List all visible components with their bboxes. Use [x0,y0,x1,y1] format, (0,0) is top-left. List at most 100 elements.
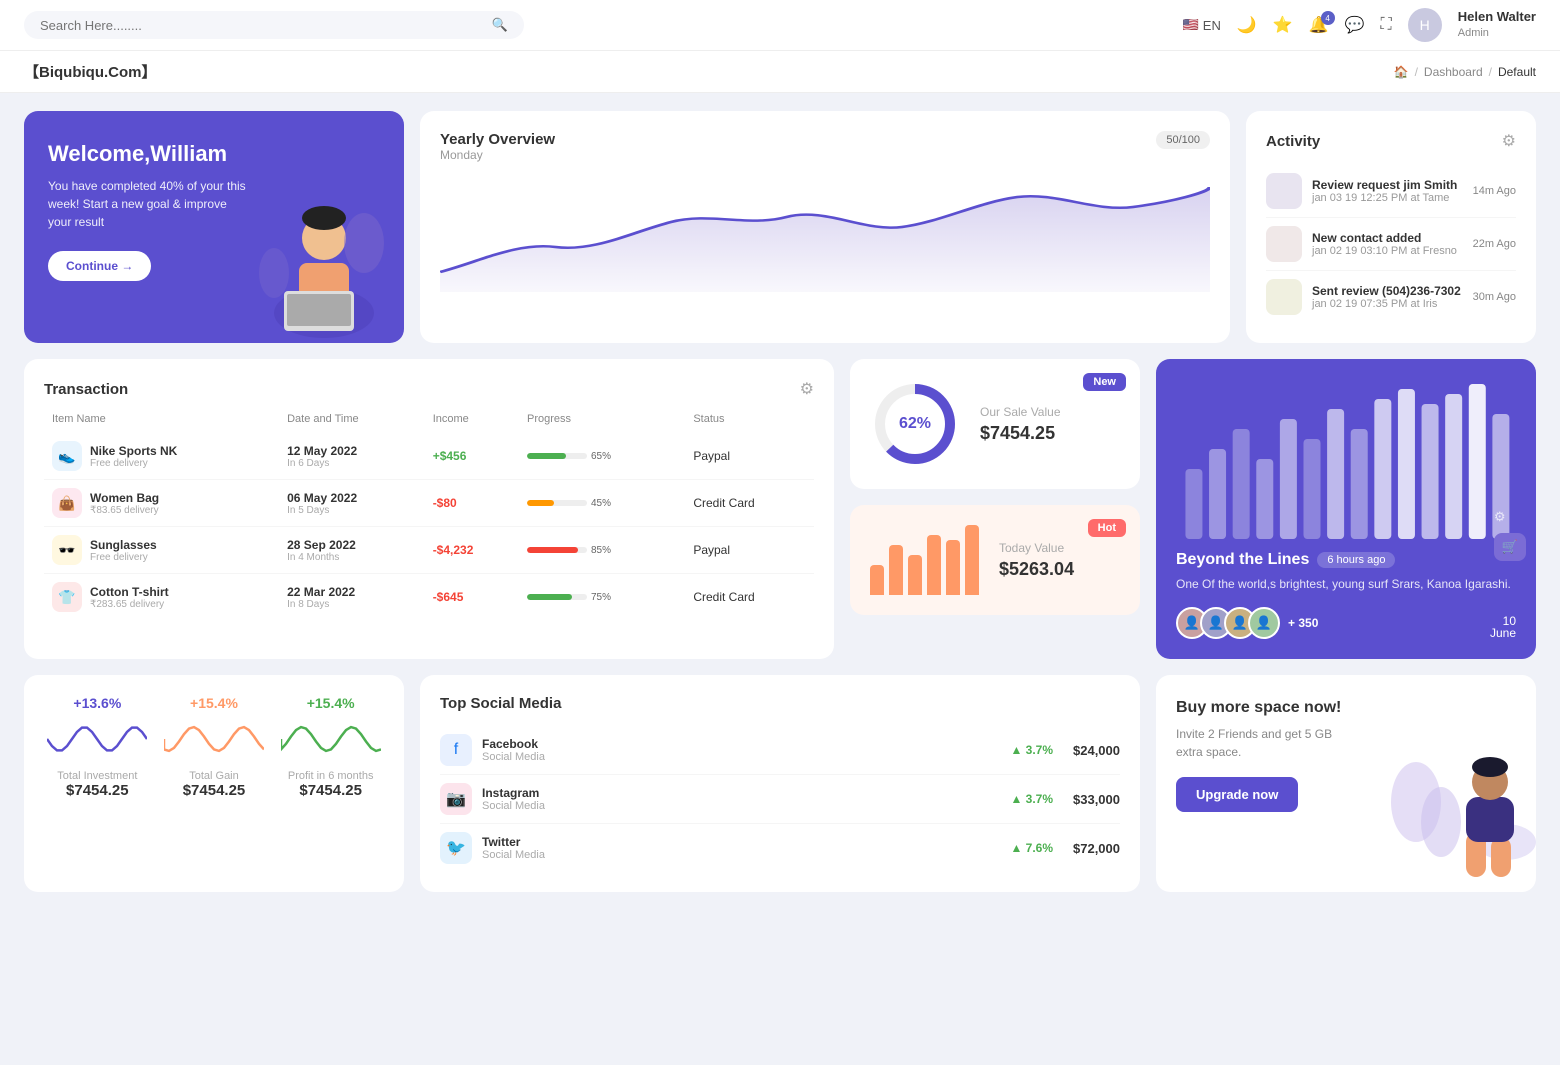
mini-percent: +15.4% [277,695,384,711]
activity-item-time: 14m Ago [1473,185,1516,197]
item-icon: 👕 [52,582,82,612]
progress-label: 45% [591,498,611,509]
activity-item: Review request jim Smith jan 03 19 12:25… [1266,165,1516,218]
tx-days: In 6 Days [287,458,417,469]
nav-right: 🇺🇸 EN 🌙 ⭐ 🔔 4 💬 ⛶ H Helen Walter Admin [1183,8,1536,42]
table-row: 👜 Women Bag ₹83.65 delivery 06 May 2022 … [44,480,814,527]
tx-item-name: 👟 Nike Sports NK Free delivery [44,433,279,480]
user-role: Admin [1458,26,1536,40]
activity-list: Review request jim Smith jan 03 19 12:25… [1266,165,1516,323]
activity-item-time: 30m Ago [1473,291,1516,303]
mini-percent: +15.4% [161,695,268,711]
breadcrumb-sep2: / [1489,65,1492,79]
tx-days: In 8 Days [287,599,417,610]
beyond-cart-icon[interactable]: 🛒 [1494,533,1526,561]
transaction-settings-icon[interactable]: ⚙ [800,379,814,399]
main-content: Welcome,William You have completed 40% o… [0,93,1560,910]
search-input[interactable] [40,18,484,33]
welcome-subtitle: You have completed 40% of your this week… [48,177,248,231]
social-item: 📷 Instagram Social Media ▲ 3.7% $33,000 [440,775,1120,824]
progress-fill [527,594,572,600]
beyond-month: June [1490,627,1516,639]
mini-chart-item: +15.4% Profit in 6 months $7454.25 [277,695,384,799]
tx-date-val: 12 May 2022 [287,444,417,458]
buy-illustration [1376,742,1536,892]
tx-date-val: 22 Mar 2022 [287,585,417,599]
breadcrumb-dashboard[interactable]: Dashboard [1424,65,1483,79]
hot-badge: Hot [1088,519,1126,537]
today-bar-chart [870,525,979,595]
tx-date-val: 06 May 2022 [287,491,417,505]
tx-income: -$4,232 [425,527,519,574]
upgrade-button[interactable]: Upgrade now [1176,777,1298,812]
activity-item-title: Sent review (504)236-7302 [1312,284,1463,298]
tx-date: 28 Sep 2022 In 4 Months [279,527,425,574]
mini-label: Profit in 6 months [277,770,384,782]
progress-fill [527,500,554,506]
dark-mode-toggle[interactable]: 🌙 [1237,15,1257,35]
activity-settings-icon[interactable]: ⚙ [1502,131,1516,151]
sale-value-card: New 62% Our Sale Value $7454.25 [850,359,1140,489]
progress-bar [527,500,587,506]
social-list: f Facebook Social Media ▲ 3.7% $24,000 📷… [440,726,1120,872]
today-title: Today Value [999,541,1074,555]
beyond-card: Beyond the Lines 6 hours ago One Of the … [1156,359,1536,659]
progress-fill [527,453,566,459]
social-amount: $72,000 [1073,841,1120,856]
continue-button[interactable]: Continue → [48,251,151,281]
avatar[interactable]: H [1408,8,1442,42]
transaction-table: Item NameDate and TimeIncomeProgressStat… [44,413,814,620]
tx-income: -$645 [425,574,519,621]
tx-header: Progress [519,413,685,433]
user-info: Helen Walter Admin [1458,9,1536,40]
beyond-settings-icon[interactable]: ⚙ [1494,509,1526,525]
breadcrumb-default: Default [1498,65,1536,79]
welcome-card: Welcome,William You have completed 40% o… [24,111,404,343]
activity-title: Activity [1266,133,1320,150]
tx-status: Credit Card [685,480,814,527]
language-selector[interactable]: 🇺🇸 EN [1183,17,1221,33]
social-info: Twitter Social Media [482,835,545,861]
activity-item-sub: jan 02 19 03:10 PM at Fresno [1312,245,1463,257]
progress-bar [527,547,587,553]
item-name: Women Bag [90,491,159,505]
today-bar [908,555,922,595]
today-bar [965,525,979,595]
transaction-title: Transaction [44,381,128,398]
progress-bar [527,594,587,600]
social-grow: ▲ 7.6% [1010,841,1053,855]
activity-card: Activity ⚙ Review request jim Smith jan … [1246,111,1536,343]
tx-days: In 5 Days [287,505,417,516]
tx-date: 12 May 2022 In 6 Days [279,433,425,480]
activity-item-title: New contact added [1312,231,1463,245]
home-icon[interactable]: 🏠 [1394,65,1409,79]
fullscreen-icon[interactable]: ⛶ [1381,16,1392,34]
social-icon: 🐦 [440,832,472,864]
tx-progress: 75% [519,574,685,621]
welcome-illustration [244,173,404,343]
notification-badge: 4 [1321,11,1335,25]
item-icon: 👟 [52,441,82,471]
yearly-card: Yearly Overview Monday 50/100 [420,111,1230,343]
social-icon: 📷 [440,783,472,815]
row-3: +13.6% Total Investment $7454.25 +15.4% … [24,675,1536,892]
beyond-desc: One Of the world,s brightest, young surf… [1176,575,1516,593]
social-type: Social Media [482,800,545,812]
tx-progress: 65% [519,433,685,480]
chat-icon[interactable]: 💬 [1345,15,1365,35]
tx-status: Paypal [685,527,814,574]
welcome-title: Welcome,William [48,141,380,167]
progress-label: 85% [591,545,611,556]
mini-charts-card: +13.6% Total Investment $7454.25 +15.4% … [24,675,404,892]
mini-label: Total Investment [44,770,151,782]
notification-bell[interactable]: 🔔 4 [1309,15,1329,35]
search-bar[interactable]: 🔍 [24,11,524,39]
breadcrumb-bar: 【Biqubiqu.Com】 🏠 / Dashboard / Default [0,51,1560,93]
progress-label: 75% [591,592,611,603]
today-bar [870,565,884,595]
star-icon[interactable]: ⭐ [1273,15,1293,35]
activity-item: Sent review (504)236-7302 jan 02 19 07:3… [1266,271,1516,323]
activity-info: Sent review (504)236-7302 jan 02 19 07:3… [1312,284,1463,310]
today-value: $5263.04 [999,559,1074,580]
tx-progress: 85% [519,527,685,574]
